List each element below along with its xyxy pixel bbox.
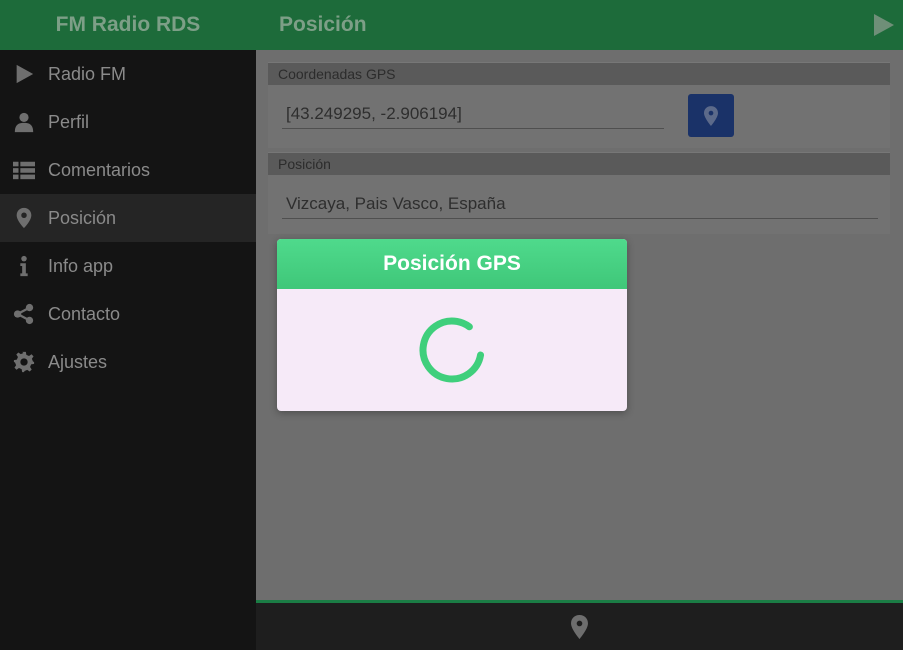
page-title: Posición [279,13,367,36]
gps-coords-header: Coordenadas GPS [268,62,890,85]
sidebar-item-label: Comentarios [48,159,151,180]
play-button[interactable] [863,0,903,50]
sidebar-item-label: Radio FM [48,63,127,84]
sidebar: FM Radio RDS Radio FM Perfil Comentarios… [0,0,256,650]
bottom-bar [256,600,903,650]
share-icon [0,290,48,338]
play-icon [0,50,48,98]
sidebar-item-label: Perfil [48,111,90,132]
play-icon [874,14,894,36]
gear-icon [0,338,48,386]
sidebar-item-comentarios[interactable]: Comentarios [0,146,256,194]
loading-spinner-icon [419,317,485,383]
info-icon [0,242,48,290]
gps-coords-field[interactable]: [43.249295, -2.906194] [282,104,664,129]
dialog-title: Posición GPS [277,239,627,289]
top-bar: Posición [256,0,903,50]
map-marker-icon [0,194,48,242]
map-marker-icon [704,105,718,126]
user-icon [0,98,48,146]
list-icon [0,146,48,194]
dialog-body [277,289,627,411]
position-card: Posición Vizcaya, Pais Vasco, España [268,152,890,234]
sidebar-item-label: Contacto [48,303,121,324]
sidebar-item-contacto[interactable]: Contacto [0,290,256,338]
sidebar-item-posicion[interactable]: Posición [0,194,256,242]
position-field[interactable]: Vizcaya, Pais Vasco, España [282,194,878,219]
sidebar-item-label: Info app [48,255,114,276]
sidebar-item-label: Ajustes [48,351,108,372]
gps-coords-card: Coordenadas GPS [43.249295, -2.906194] [268,62,890,148]
map-marker-icon[interactable] [571,614,588,639]
gps-dialog: Posición GPS [277,239,627,411]
sidebar-title: FM Radio RDS [0,0,256,50]
sidebar-item-perfil[interactable]: Perfil [0,98,256,146]
locate-button[interactable] [688,94,734,137]
sidebar-item-radio-fm[interactable]: Radio FM [0,50,256,98]
sidebar-item-label: Posición [48,207,117,228]
sidebar-item-ajustes[interactable]: Ajustes [0,338,256,386]
sidebar-item-info-app[interactable]: Info app [0,242,256,290]
position-header: Posición [268,152,890,175]
